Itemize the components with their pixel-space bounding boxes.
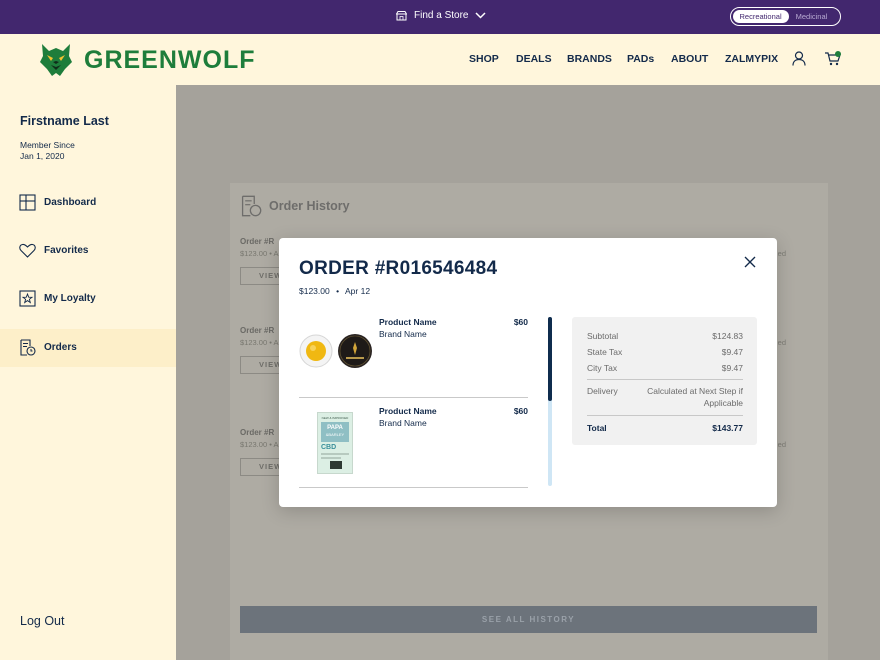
product-name: Product Name <box>379 317 437 327</box>
summary-label: Delivery <box>587 386 618 396</box>
sidebar-item-label: My Loyalty <box>44 293 96 304</box>
summary-label: Total <box>587 423 607 433</box>
order-title: ORDER #R016546484 <box>299 258 498 279</box>
order-meta: $123.00 • A <box>240 249 279 258</box>
order-status: ed <box>777 440 786 449</box>
heart-icon <box>19 243 36 258</box>
nav-shop[interactable]: SHOP <box>469 53 499 65</box>
close-icon[interactable] <box>743 255 757 269</box>
nav-pads[interactable]: PADs <box>627 53 654 65</box>
user-name: Firstname Last <box>20 114 109 128</box>
user-icon[interactable] <box>792 51 806 66</box>
toggle-recreational[interactable]: Recreational <box>732 10 789 23</box>
summary-label: Subtotal <box>587 331 619 341</box>
order-detail-modal: ORDER #R016546484 $123.00 • Apr 12 Produ… <box>279 238 777 507</box>
find-store-label: Find a Store <box>414 10 469 21</box>
member-since-label: Member Since <box>20 140 75 150</box>
product-brand: Brand Name <box>379 329 427 339</box>
order-status: ed <box>777 249 786 258</box>
delivery-note-line-2: Applicable <box>703 398 743 408</box>
meta-separator: • <box>336 286 340 296</box>
sidebar-item-dashboard[interactable]: Dashboard <box>0 184 176 222</box>
chevron-down-icon <box>475 12 487 19</box>
product-image: NEW & IMPROVED PAPA &BARLEY CBD <box>317 412 353 474</box>
product-list-scrollbar-thumb[interactable] <box>548 317 552 401</box>
summary-divider <box>587 379 743 380</box>
summary-row-state-tax: State Tax $9.47 <box>587 347 743 357</box>
summary-row-total: Total $143.77 <box>587 423 743 433</box>
order-id: Order #R <box>240 237 275 246</box>
orders-icon <box>241 195 262 217</box>
product-box-top: NEW & IMPROVED <box>321 416 349 420</box>
order-summary: Subtotal $124.83 State Tax $9.47 City Ta… <box>572 317 757 445</box>
account-sidebar: Firstname Last Member Since Jan 1, 2020 … <box>0 85 176 660</box>
summary-value: $143.77 <box>712 423 743 433</box>
summary-value: $9.47 <box>721 347 743 357</box>
sidebar-item-my-loyalty[interactable]: My Loyalty <box>0 280 176 318</box>
product-brand: Brand Name <box>379 418 427 428</box>
summary-value: $9.47 <box>721 363 743 373</box>
store-icon <box>396 10 407 20</box>
product-price: $60 <box>513 406 528 416</box>
summary-divider <box>587 415 743 416</box>
summary-label: State Tax <box>587 347 623 357</box>
order-history-title: Order History <box>269 199 350 213</box>
order-product-item[interactable]: Product Name Brand Name $60 <box>299 313 528 398</box>
product-box-brand-2: &BARLEY <box>325 432 345 437</box>
cart-icon[interactable] <box>824 51 842 66</box>
nav-brands[interactable]: BRANDS <box>567 53 612 65</box>
sidebar-item-label: Orders <box>44 342 77 353</box>
brand-wordmark[interactable]: GREENWOLF <box>84 46 256 75</box>
order-id: Order #R <box>240 428 275 437</box>
loyalty-star-icon <box>19 290 36 307</box>
orders-icon <box>20 339 36 356</box>
see-all-history-button[interactable]: SEE ALL HISTORY <box>240 606 817 633</box>
nav-zalmypix[interactable]: ZALMYPIX <box>725 53 778 65</box>
summary-row-subtotal: Subtotal $124.83 <box>587 331 743 341</box>
find-store-button[interactable]: Find a Store <box>396 10 487 21</box>
product-box-brand-1: PAPA <box>327 425 343 431</box>
summary-label: City Tax <box>587 363 618 373</box>
order-total: $123.00 <box>299 286 330 296</box>
nav-about[interactable]: ABOUT <box>671 53 708 65</box>
site-header: GREENWOLF SHOP DEALS BRANDS PADs ABOUT Z… <box>0 34 880 85</box>
dashboard-icon <box>19 194 36 211</box>
order-meta: $123.00 • A <box>240 440 279 449</box>
nav-deals[interactable]: DEALS <box>516 53 552 65</box>
toggle-medicinal[interactable]: Medicinal <box>789 10 835 23</box>
summary-value: $124.83 <box>712 331 743 341</box>
order-product-item[interactable]: NEW & IMPROVED PAPA &BARLEY CBD Product … <box>299 402 528 488</box>
order-status: ed <box>777 338 786 347</box>
summary-row-city-tax: City Tax $9.47 <box>587 363 743 373</box>
sidebar-item-orders[interactable]: Orders <box>0 329 176 367</box>
delivery-note-line-1: Calculated at Next Step if <box>647 386 743 396</box>
member-since-date: Jan 1, 2020 <box>20 151 65 161</box>
product-price: $60 <box>513 317 528 327</box>
product-box-cbd: CBD <box>321 444 337 451</box>
logout-link[interactable]: Log Out <box>20 614 64 628</box>
order-meta: $123.00 • Apr 12 <box>299 286 370 296</box>
order-date: Apr 12 <box>345 286 371 296</box>
sidebar-item-label: Favorites <box>44 245 89 256</box>
order-id: Order #R <box>240 326 275 335</box>
order-meta: $123.00 • A <box>240 338 279 347</box>
store-type-toggle[interactable]: Recreational Medicinal <box>730 7 841 26</box>
summary-value: Calculated at Next Step if Applicable <box>647 386 743 410</box>
sidebar-item-favorites[interactable]: Favorites <box>0 232 176 270</box>
sidebar-item-label: Dashboard <box>44 197 97 208</box>
summary-row-delivery: Delivery Calculated at Next Step if Appl… <box>587 386 743 408</box>
wolf-logo-icon[interactable] <box>38 42 74 78</box>
product-image <box>299 334 372 368</box>
product-name: Product Name <box>379 406 437 416</box>
top-bar: Find a Store Recreational Medicinal <box>0 0 880 34</box>
